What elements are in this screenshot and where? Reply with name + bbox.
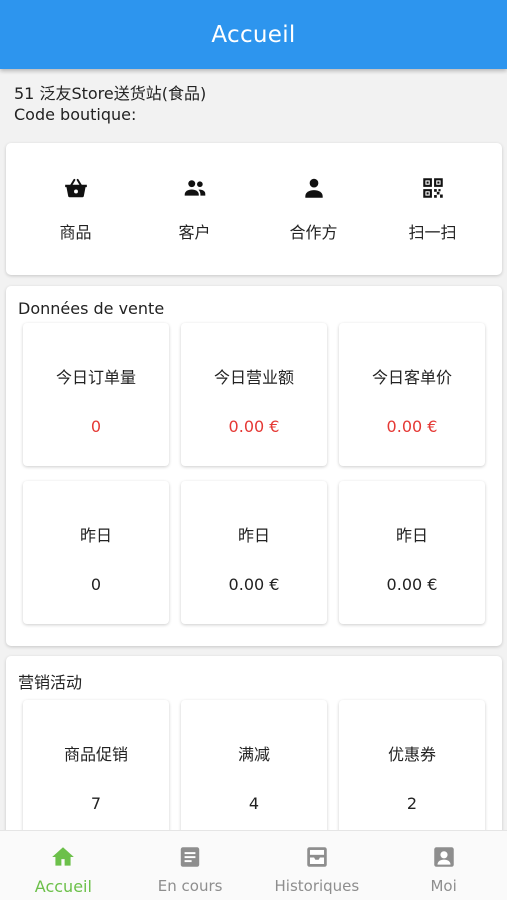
marketing-label: 满减 [237, 745, 270, 764]
tab-home[interactable]: Accueil [0, 831, 127, 900]
stat-tile-yesterday-orders[interactable]: 昨日 0 [23, 481, 169, 624]
store-info: 51 泛友Store送货站(食品) Code boutique: [0, 69, 507, 125]
person-icon [301, 175, 327, 205]
stat-label: 昨日 [395, 526, 428, 545]
sales-section-title: Données de vente [18, 299, 165, 318]
marketing-section-title: 营销活动 [18, 673, 83, 692]
stat-value: 0 [90, 575, 102, 594]
stat-label: 今日客单价 [371, 368, 452, 387]
marketing-value: 4 [248, 794, 260, 813]
sales-data-card: Données de vente 今日订单量 0 今日营业额 0.00 € 今日… [6, 286, 502, 646]
quick-action-products[interactable]: 商品 [21, 175, 131, 243]
stat-value: 0.00 € [228, 417, 280, 436]
marketing-tile-coupons[interactable]: 优惠券 2 [339, 700, 485, 830]
bottom-tab-bar: Accueil En cours Historiques Moi [0, 830, 507, 900]
tab-label: Historiques [274, 877, 360, 895]
qr-code-icon [420, 175, 446, 205]
stat-tile-yesterday-avg-order[interactable]: 昨日 0.00 € [339, 481, 485, 624]
stat-tile-today-avg-order[interactable]: 今日客单价 0.00 € [339, 323, 485, 466]
quick-action-scan[interactable]: 扫一扫 [378, 175, 488, 243]
stat-value: 0.00 € [386, 575, 438, 594]
tab-history[interactable]: Historiques [254, 831, 381, 900]
page-title: Accueil [211, 21, 296, 48]
marketing-label: 优惠券 [387, 745, 436, 764]
quick-action-partners[interactable]: 合作方 [259, 175, 369, 243]
tab-label: Moi [430, 877, 457, 895]
stat-value: 0.00 € [386, 417, 438, 436]
home-content[interactable]: 51 泛友Store送货站(食品) Code boutique: 商品 客户 合… [0, 69, 507, 830]
stat-label: 今日营业额 [213, 368, 294, 387]
marketing-value: 7 [90, 794, 102, 813]
document-icon [177, 844, 203, 874]
stat-label: 昨日 [237, 526, 270, 545]
tab-label: En cours [157, 877, 223, 895]
marketing-label: 商品促销 [63, 745, 128, 764]
stat-tile-today-orders[interactable]: 今日订单量 0 [23, 323, 169, 466]
stat-label: 今日订单量 [55, 368, 136, 387]
basket-icon [63, 175, 89, 205]
stat-label: 昨日 [79, 526, 112, 545]
stat-tile-yesterday-revenue[interactable]: 昨日 0.00 € [181, 481, 327, 624]
quick-action-label: 合作方 [289, 223, 338, 242]
store-name: 51 泛友Store送货站(食品) [14, 84, 207, 103]
quick-action-label: 商品 [59, 223, 92, 242]
marketing-tile-discounts[interactable]: 满减 4 [181, 700, 327, 830]
marketing-value: 2 [406, 794, 418, 813]
tab-me[interactable]: Moi [380, 831, 507, 900]
marketing-card: 营销活动 商品促销 7 满减 4 优惠券 2 [6, 656, 502, 830]
quick-action-label: 扫一扫 [408, 223, 457, 242]
stat-value: 0 [90, 417, 102, 436]
app-bar: Accueil [0, 0, 507, 69]
people-icon [182, 175, 208, 205]
stat-value: 0.00 € [228, 575, 280, 594]
stat-tile-today-revenue[interactable]: 今日营业额 0.00 € [181, 323, 327, 466]
account-icon [431, 844, 457, 874]
store-code-label: Code boutique: [14, 105, 137, 124]
quick-action-customers[interactable]: 客户 [140, 175, 250, 243]
quick-actions-card: 商品 客户 合作方 扫一扫 [6, 143, 502, 275]
home-icon [50, 844, 76, 874]
tab-in-progress[interactable]: En cours [127, 831, 254, 900]
archive-icon [304, 844, 330, 874]
marketing-tile-promotions[interactable]: 商品促销 7 [23, 700, 169, 830]
tab-label: Accueil [34, 877, 92, 896]
quick-action-label: 客户 [178, 223, 211, 242]
